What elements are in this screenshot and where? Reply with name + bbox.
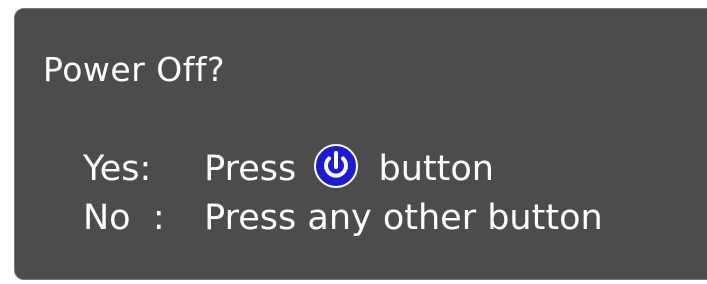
no-text: Press any other button [204,198,603,238]
no-instruction: No : Press any other button [83,201,603,236]
no-label: No : [83,198,165,238]
dialog-title: Power Off? [43,50,225,89]
yes-prefix: Press [204,149,297,189]
power-off-dialog: Power Off? Yes: Press button No : Press … [14,8,707,280]
yes-label: Yes: [83,149,152,189]
yes-suffix: button [378,149,494,189]
power-icon [313,143,359,189]
yes-instruction: Yes: Press button [83,144,494,189]
